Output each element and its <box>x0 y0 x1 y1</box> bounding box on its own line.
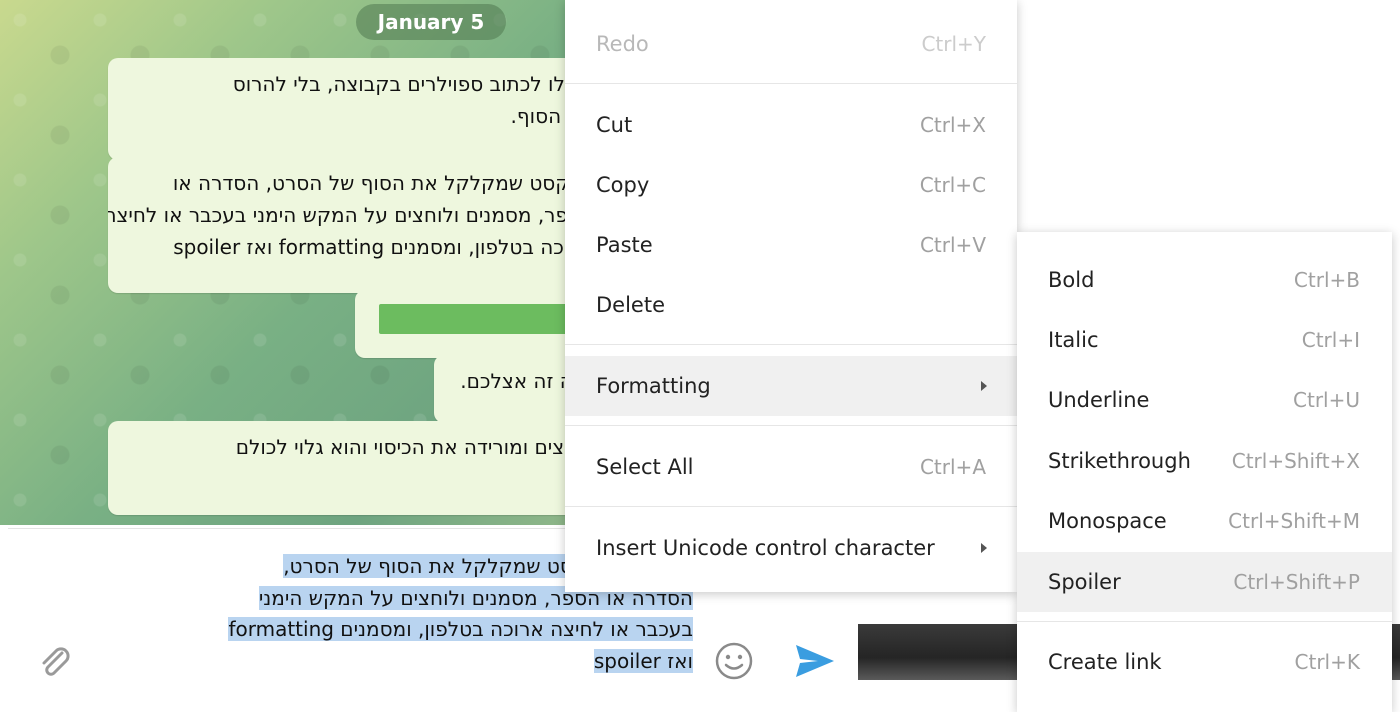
menu-item-label: Redo <box>596 32 649 56</box>
menu-item-shortcut: Ctrl+Shift+M <box>1228 509 1360 533</box>
message-bubble[interactable]: תוכלו לכתוב ספוילרים בקבוצה, בלי להרוס א… <box>108 58 570 160</box>
menu-item-shortcut: Ctrl+U <box>1293 388 1360 412</box>
menu-separator <box>1017 621 1392 622</box>
context-menu: Redo Ctrl+Y Cut Ctrl+X Copy Ctrl+C Paste… <box>565 0 1017 592</box>
submenu-item-create-link[interactable]: Create link Ctrl+K <box>1017 632 1392 692</box>
menu-item-shortcut: Ctrl+Shift+X <box>1231 449 1360 473</box>
menu-separator <box>565 506 1017 507</box>
formatting-submenu: Bold Ctrl+B Italic Ctrl+I Underline Ctrl… <box>1017 232 1392 712</box>
menu-item-label: Spoiler <box>1048 570 1121 594</box>
menu-item-label: Strikethrough <box>1048 449 1191 473</box>
message-line: את הסוף. <box>510 104 570 128</box>
spoiler-cover[interactable] <box>379 304 570 334</box>
message-line: ככה זה אצלכם. <box>460 369 570 393</box>
submenu-arrow-icon <box>981 543 987 553</box>
date-badge: January 5 <box>356 4 506 40</box>
menu-item-label: Underline <box>1048 388 1150 412</box>
message-line: לוחצים ומורידה את הכיסוי והוא גלוי לכולם <box>235 435 570 459</box>
submenu-item-underline[interactable]: Underline Ctrl+U <box>1017 370 1392 430</box>
menu-separator <box>565 425 1017 426</box>
menu-item-shortcut: Ctrl+C <box>919 173 986 197</box>
spoiler-message-bubble[interactable] <box>355 290 570 358</box>
menu-item-shortcut: Ctrl+V <box>919 233 986 257</box>
menu-item-shortcut: Ctrl+Shift+P <box>1233 570 1360 594</box>
menu-item-redo[interactable]: Redo Ctrl+Y <box>565 14 1017 74</box>
menu-item-shortcut: Ctrl+X <box>919 113 986 137</box>
menu-item-cut[interactable]: Cut Ctrl+X <box>565 95 1017 155</box>
message-line: הספר, מסמנים ולוחצים על המקש הימני בעכבר… <box>108 203 570 227</box>
message-line: בטקסט שמקלקל את הסוף של הסרט, הסדרה או <box>172 171 570 195</box>
menu-item-label: Formatting <box>596 374 711 398</box>
menu-item-formatting[interactable]: Formatting <box>565 356 1017 416</box>
submenu-item-italic[interactable]: Italic Ctrl+I <box>1017 310 1392 370</box>
menu-item-label: Monospace <box>1048 509 1167 533</box>
paperclip-icon[interactable] <box>34 641 74 681</box>
menu-item-label: Paste <box>596 233 653 257</box>
menu-item-label: Select All <box>596 455 694 479</box>
menu-item-shortcut: Ctrl+I <box>1301 328 1360 352</box>
menu-separator <box>565 344 1017 345</box>
menu-item-select-all[interactable]: Select All Ctrl+A <box>565 437 1017 497</box>
menu-item-label: Copy <box>596 173 650 197</box>
message-bubble[interactable]: לוחצים ומורידה את הכיסוי והוא גלוי לכולם <box>108 421 570 515</box>
emoji-icon[interactable] <box>712 639 756 683</box>
menu-item-label: Insert Unicode control character <box>596 536 935 560</box>
menu-item-insert-unicode[interactable]: Insert Unicode control character <box>565 518 1017 578</box>
message-line: ארוכה בטלפון, ומסמנים formatting ואז spo… <box>173 235 570 259</box>
menu-item-copy[interactable]: Copy Ctrl+C <box>565 155 1017 215</box>
menu-item-shortcut: Ctrl+Y <box>921 32 986 56</box>
menu-item-shortcut: Ctrl+B <box>1293 268 1360 292</box>
menu-item-label: Cut <box>596 113 633 137</box>
message-line: תוכלו לכתוב ספוילרים בקבוצה, בלי להרוס <box>232 72 570 96</box>
menu-item-paste[interactable]: Paste Ctrl+V <box>565 215 1017 275</box>
chat-wallpaper: January 5 תוכלו לכתוב ספוילרים בקבוצה, ב… <box>0 0 570 525</box>
selected-text-line: בעכבר או לחיצה ארוכה בטלפון, ומסמנים for… <box>228 617 693 641</box>
submenu-item-strikethrough[interactable]: Strikethrough Ctrl+Shift+X <box>1017 431 1392 491</box>
submenu-item-monospace[interactable]: Monospace Ctrl+Shift+M <box>1017 491 1392 551</box>
menu-separator <box>565 83 1017 84</box>
message-bubble[interactable]: בטקסט שמקלקל את הסוף של הסרט, הסדרה או ה… <box>108 157 570 293</box>
submenu-arrow-icon <box>981 381 987 391</box>
menu-item-delete[interactable]: Delete <box>565 275 1017 335</box>
submenu-item-spoiler[interactable]: Spoiler Ctrl+Shift+P <box>1017 552 1392 612</box>
menu-item-label: Bold <box>1048 268 1095 292</box>
selected-text-line: ואז spoiler <box>593 648 693 673</box>
menu-item-label: Italic <box>1048 328 1099 352</box>
menu-item-shortcut: Ctrl+A <box>919 455 986 479</box>
send-icon[interactable] <box>790 639 838 683</box>
menu-item-label: Delete <box>596 293 665 317</box>
submenu-item-bold[interactable]: Bold Ctrl+B <box>1017 250 1392 310</box>
menu-item-shortcut: Ctrl+K <box>1294 650 1360 674</box>
message-bubble[interactable]: ככה זה אצלכם. <box>434 355 570 423</box>
menu-item-label: Create link <box>1048 650 1162 674</box>
